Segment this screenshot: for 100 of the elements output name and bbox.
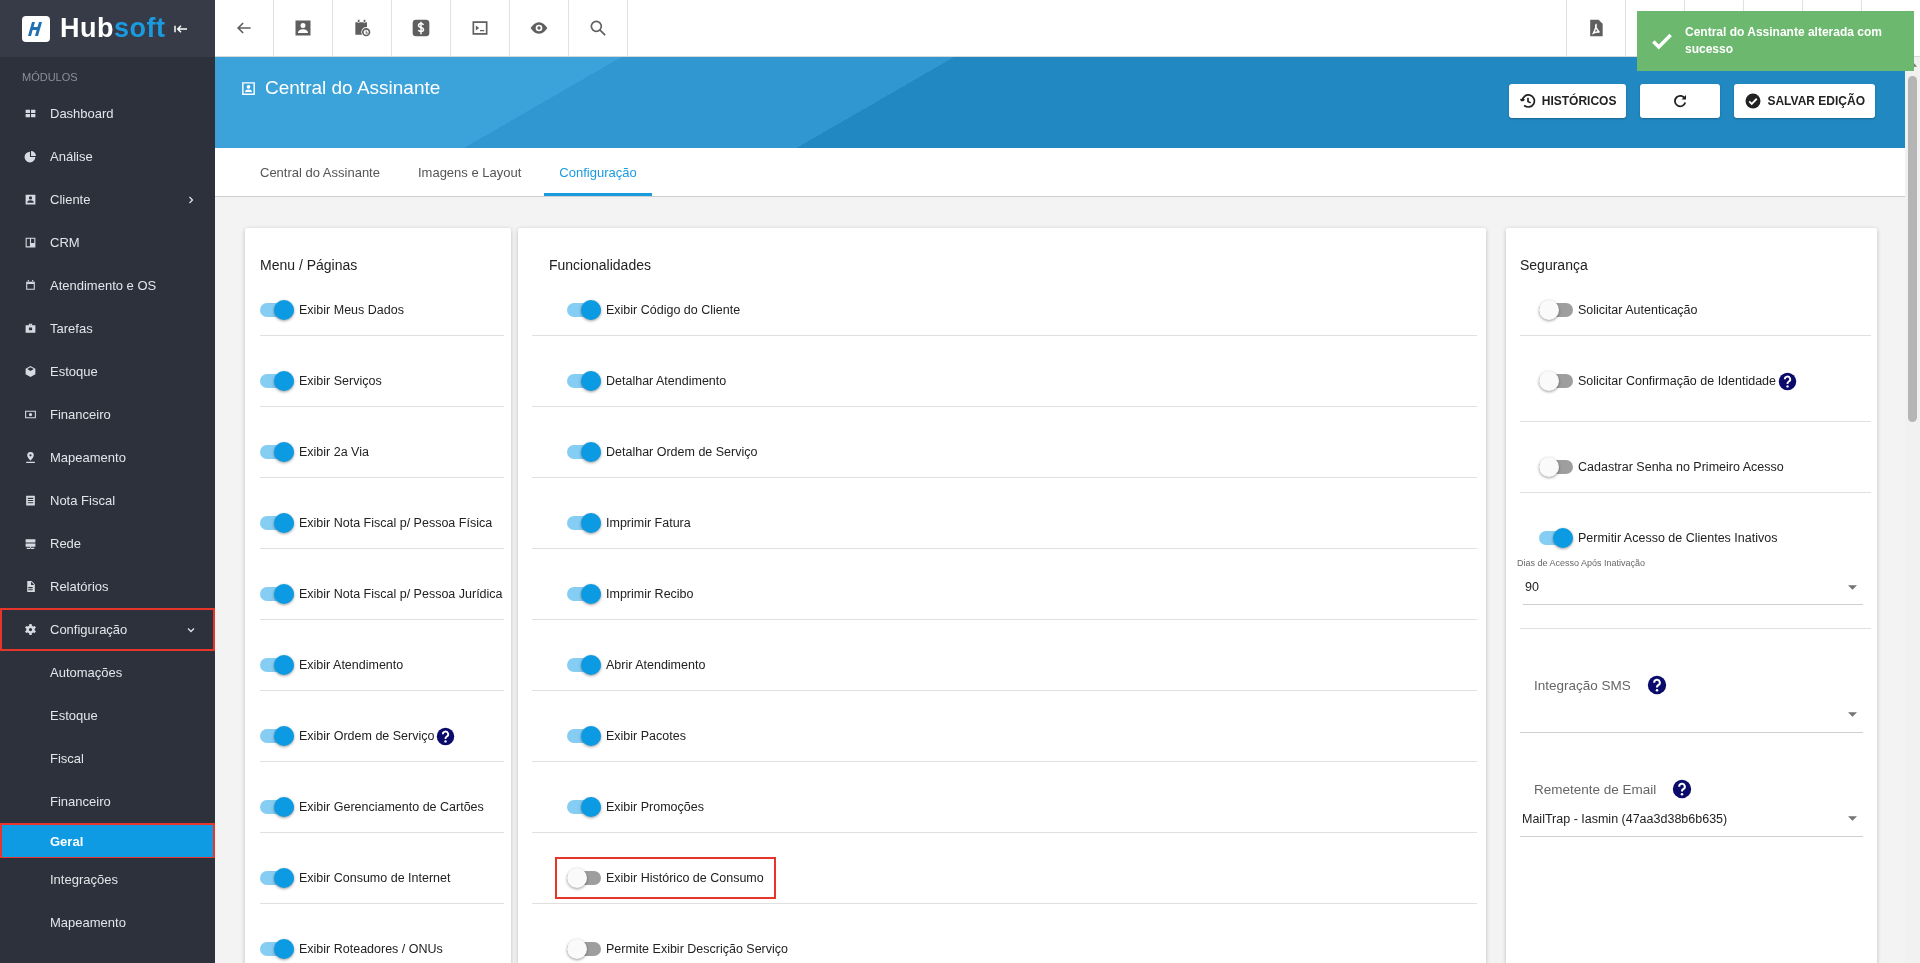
option-label: Exibir Nota Fiscal p/ Pessoa Jurídica <box>299 587 503 601</box>
submenu-item[interactable]: Estoque <box>0 694 215 737</box>
pie-chart-icon <box>24 150 37 163</box>
toggle-switch[interactable] <box>567 655 601 675</box>
option-label: Exibir Consumo de Internet <box>299 871 451 885</box>
dollar-icon[interactable] <box>411 18 431 38</box>
toggle-switch[interactable] <box>567 797 601 817</box>
select-field[interactable]: 90 <box>1523 570 1863 605</box>
toggle-switch[interactable] <box>260 371 294 391</box>
toggle-switch[interactable] <box>260 513 294 533</box>
save-button[interactable]: SALVAR EDIÇÃO <box>1734 84 1875 118</box>
toggle-switch[interactable] <box>567 584 601 604</box>
calendar-icon <box>24 279 37 292</box>
toggle-switch[interactable] <box>567 371 601 391</box>
history-icon <box>1518 92 1537 110</box>
caret-icon <box>1848 712 1857 717</box>
logo-mark-icon <box>22 15 50 42</box>
section-label: MÓDULOS <box>21 69 79 85</box>
submenu-item[interactable]: Automações <box>0 651 215 694</box>
toggle-switch[interactable] <box>1539 300 1573 320</box>
sidebar-item[interactable]: Cliente <box>0 178 215 221</box>
option-label: Exibir 2a Via <box>299 445 369 459</box>
toggle-switch[interactable] <box>260 300 294 320</box>
document-icon <box>24 494 37 507</box>
help-icon[interactable] <box>1672 779 1693 799</box>
sidebar-item[interactable]: Financeiro <box>0 393 215 436</box>
sidebar-item[interactable]: Tarefas <box>0 307 215 350</box>
help-icon[interactable] <box>436 726 456 746</box>
toggle-switch[interactable] <box>260 868 294 888</box>
gear-icon <box>24 623 37 636</box>
toggle-switch[interactable] <box>567 442 601 462</box>
select-field[interactable]: MailTrap - Iasmin (47aa3d38b6b635) <box>1520 801 1863 837</box>
toggle-switch[interactable] <box>260 584 294 604</box>
option-label: Imprimir Recibo <box>606 587 694 601</box>
toggle-switch[interactable] <box>260 939 294 959</box>
option-label: Exibir Roteadores / ONUs <box>299 942 443 956</box>
scrollbar-thumb[interactable] <box>1908 76 1917 422</box>
sidebar-item[interactable]: Atendimento e OS <box>0 264 215 307</box>
toast-message: Central do Assinante alterada com sucesso <box>1685 24 1883 58</box>
field-label: Remetente de Email <box>1534 781 1657 797</box>
option-label: Exibir Pacotes <box>606 729 686 743</box>
search-icon[interactable] <box>588 18 608 38</box>
toggle-switch[interactable] <box>567 868 601 888</box>
terminal-icon[interactable] <box>470 18 490 38</box>
caret-icon <box>1848 584 1857 590</box>
option-label: Permitir Acesso de Clientes Inativos <box>1578 531 1778 545</box>
option-label: Solicitar Confirmação de Identidade <box>1578 374 1777 388</box>
file-icon <box>24 580 37 593</box>
caret-icon <box>1848 816 1857 821</box>
sidebar-item[interactable]: Análise <box>0 135 215 178</box>
option-label: Exibir Meus Dados <box>299 303 404 317</box>
sidebar-item[interactable]: Configuração <box>0 608 215 651</box>
refresh-button[interactable] <box>1640 84 1721 118</box>
option-label: Exibir Nota Fiscal p/ Pessoa Física <box>299 516 493 530</box>
help-icon[interactable] <box>1778 371 1798 391</box>
toggle-switch[interactable] <box>260 442 294 462</box>
submenu-item[interactable]: Integrações <box>0 858 215 901</box>
history-button[interactable]: HISTÓRICOS <box>1508 84 1627 118</box>
toggle-switch[interactable] <box>260 655 294 675</box>
sidebar-item[interactable]: CRM <box>0 221 215 264</box>
card-title: Segurança <box>1519 256 1589 275</box>
option-label: Exibir Histórico de Consumo <box>606 871 764 885</box>
toggle-switch[interactable] <box>1539 457 1573 477</box>
toggle-switch[interactable] <box>260 726 294 746</box>
sidebar-item[interactable]: Rede <box>0 522 215 565</box>
cube-icon <box>24 365 37 378</box>
option-label: Exibir Gerenciamento de Cartões <box>299 800 484 814</box>
contact-card-icon <box>24 193 37 206</box>
check-circle-icon <box>1744 92 1763 110</box>
option-label: Abrir Atendimento <box>606 658 706 672</box>
toggle-switch[interactable] <box>1539 528 1573 548</box>
submenu-item[interactable]: Mapeamento <box>0 901 215 944</box>
tab[interactable]: Central do Assinante <box>245 148 395 196</box>
toggle-switch[interactable] <box>260 797 294 817</box>
contact-card-icon[interactable] <box>293 18 313 38</box>
toggle-switch[interactable] <box>567 300 601 320</box>
toggle-switch[interactable] <box>567 726 601 746</box>
calendar-clock-icon[interactable] <box>352 18 372 38</box>
submenu-item[interactable]: Fiscal <box>0 737 215 780</box>
board-icon <box>24 236 37 249</box>
page-title: Central do Assinante <box>265 77 441 99</box>
banknote-icon <box>24 408 37 421</box>
help-icon[interactable] <box>1646 675 1667 695</box>
sidebar-item[interactable]: Relatórios <box>0 565 215 608</box>
toggle-switch[interactable] <box>567 513 601 533</box>
sidebar-item[interactable]: Nota Fiscal <box>0 479 215 522</box>
contact-card-icon <box>240 79 257 97</box>
sidebar-item[interactable]: Dashboard <box>0 92 215 135</box>
submenu-item[interactable]: Financeiro <box>0 780 215 823</box>
card-title: Menu / Páginas <box>259 256 359 275</box>
sidebar-item[interactable]: Mapeamento <box>0 436 215 479</box>
toggle-switch[interactable] <box>567 939 601 959</box>
server-icon <box>24 537 37 550</box>
option-label: Exibir Promoções <box>606 800 704 814</box>
option-label: Cadastrar Senha no Primeiro Acesso <box>1578 460 1784 474</box>
toggle-switch[interactable] <box>1539 371 1573 391</box>
sidebar-item[interactable]: Estoque <box>0 350 215 393</box>
tab[interactable]: Imagens e Layout <box>402 148 537 196</box>
field-label: Dias de Acesso Após Inativação <box>1517 557 1647 570</box>
option-label: Solicitar Autenticação <box>1578 303 1698 317</box>
